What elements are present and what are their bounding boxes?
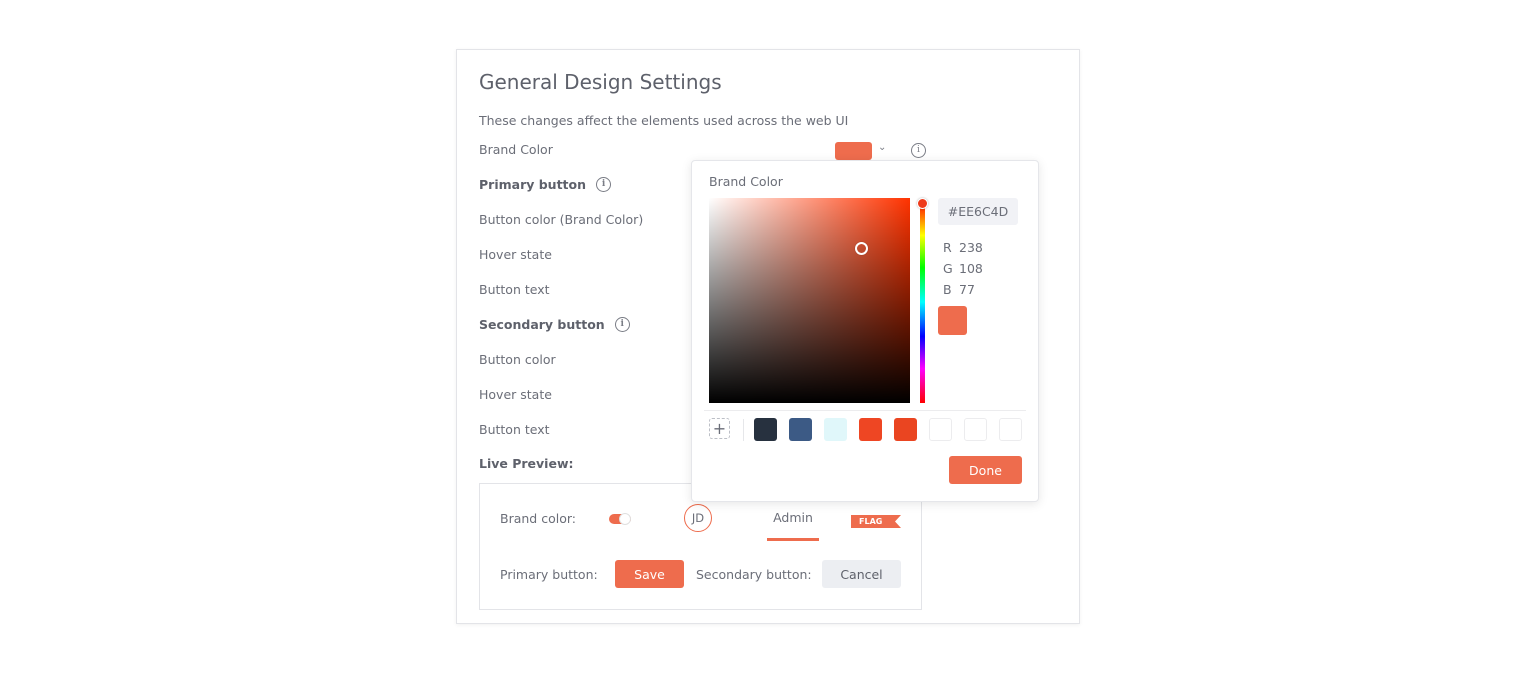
secondary-button-text-label: Button text [479,422,550,437]
rgb-b-key: B [943,282,952,297]
brand-color-label: Brand Color [479,142,553,157]
avatar: JD [684,504,712,532]
rgb-g[interactable]: G 108 [943,261,983,276]
preview-toggle[interactable] [609,513,631,525]
saturation-handle[interactable] [855,242,868,255]
brand-color-info[interactable]: i [911,141,926,160]
secondary-button-color-label: Button color [479,352,556,367]
primary-button-heading: Primary button i [479,177,612,193]
tab-admin[interactable]: Admin [767,510,819,525]
color-swatch[interactable] [789,418,812,441]
color-picker-popover: Brand Color #EE6C4D R 238 G 108 B 77 + Done [691,160,1039,502]
divider [704,410,1026,411]
chevron-down-icon[interactable]: ⌄ [878,142,886,153]
primary-hover-state-label: Hover state [479,247,552,262]
info-icon[interactable]: i [911,143,926,158]
preview-brand-color-label: Brand color: [500,511,576,526]
rgb-g-value[interactable]: 108 [959,261,983,276]
flag-badge: FLAG [851,515,901,528]
rgb-r-value[interactable]: 238 [959,240,983,255]
secondary-hover-state-label: Hover state [479,387,552,402]
rgb-r[interactable]: R 238 [943,240,983,255]
add-swatch-button[interactable]: + [709,418,730,439]
save-button[interactable]: Save [615,560,684,588]
secondary-button-heading: Secondary button i [479,317,630,333]
brand-color-swatch-button[interactable] [835,142,872,160]
hue-slider-handle[interactable] [917,198,928,209]
tab-active-indicator [767,538,819,541]
done-button[interactable]: Done [949,456,1022,484]
page-subtitle: These changes affect the elements used a… [479,113,849,128]
rgb-g-key: G [943,261,953,276]
rgb-b[interactable]: B 77 [943,282,975,297]
color-swatch[interactable] [859,418,882,441]
primary-button-heading-text: Primary button [479,177,587,192]
color-swatch[interactable] [964,418,987,441]
color-swatch[interactable] [754,418,777,441]
color-swatch[interactable] [929,418,952,441]
hex-input[interactable]: #EE6C4D [938,198,1018,225]
page-title: General Design Settings [479,70,722,94]
saturation-value-area[interactable] [709,198,910,403]
color-swatch[interactable] [894,418,917,441]
hue-slider[interactable] [920,201,925,403]
divider [743,419,744,441]
info-icon[interactable]: i [596,177,612,192]
rgb-b-value[interactable]: 77 [959,282,975,297]
preview-primary-button-label: Primary button: [500,567,598,582]
cancel-button[interactable]: Cancel [822,560,901,588]
primary-button-color-label: Button color (Brand Color) [479,212,644,227]
primary-button-text-label: Button text [479,282,550,297]
preview-secondary-button-label: Secondary button: [696,567,812,582]
live-preview-label: Live Preview: [479,456,574,471]
color-swatch[interactable] [999,418,1022,441]
current-color-preview [938,306,967,335]
info-icon[interactable]: i [614,317,630,332]
rgb-r-key: R [943,240,952,255]
secondary-button-heading-text: Secondary button [479,317,605,332]
color-swatch[interactable] [824,418,847,441]
live-preview-box: Brand color: JD Admin FLAG Primary butto… [479,483,922,610]
color-picker-title: Brand Color [709,174,783,189]
